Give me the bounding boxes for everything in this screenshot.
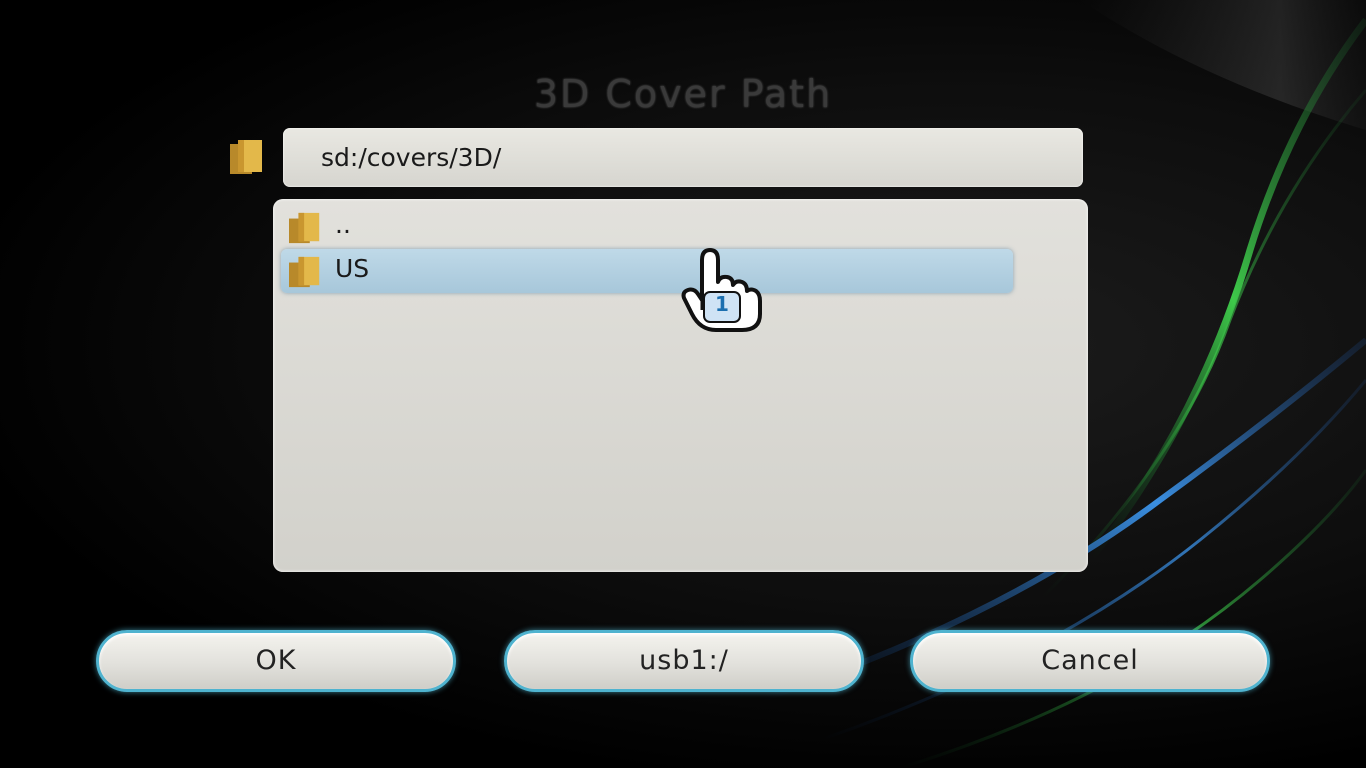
cancel-button[interactable]: Cancel [910,630,1270,692]
list-item-us-folder[interactable]: US [281,249,1013,293]
list-item-parent-directory[interactable]: .. [281,205,1013,249]
dialog-title: 3D Cover Path [533,72,833,116]
wii-file-browser-screen: 3D Cover Path sd:/covers/3D/ .. US OK us… [0,0,1366,768]
current-path-field[interactable]: sd:/covers/3D/ [283,128,1083,187]
cursor-player-number: 1 [715,292,729,316]
hand-pointer-icon: 1 [680,248,764,334]
folder-icon [289,212,320,244]
usb-device-button[interactable]: usb1:/ [504,630,864,692]
list-item-label: .. [335,210,351,239]
ok-button[interactable]: OK [96,630,456,692]
folder-icon [289,256,320,288]
list-item-label: US [335,254,370,283]
folder-icon [230,140,262,174]
